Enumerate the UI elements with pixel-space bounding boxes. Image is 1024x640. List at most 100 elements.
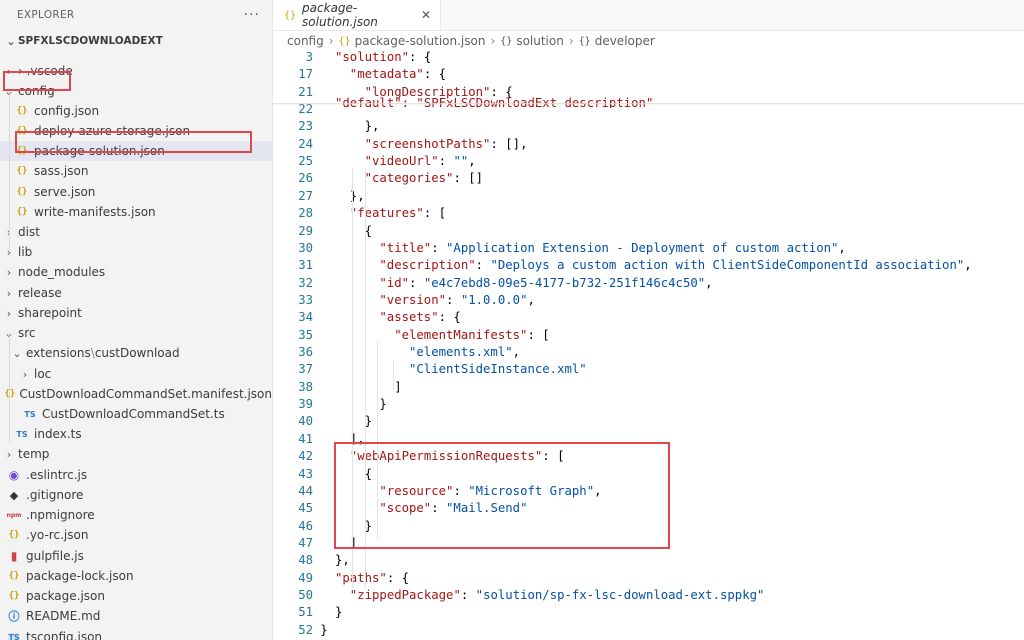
tree-item-gitignore[interactable]: ◆ .gitignore	[0, 485, 272, 505]
tree-item-eslintrc-js[interactable]: ◉ .eslintrc.js	[0, 465, 272, 485]
tree-item-custdownloadcommandset-manifest-json[interactable]: {}CustDownloadCommandSet.manifest.json	[0, 384, 272, 404]
tree-item-gulpfile-js[interactable]: ▮ gulpfile.js	[0, 546, 272, 566]
code-line: },	[364, 119, 380, 133]
tree-item-release[interactable]: › release	[0, 283, 272, 303]
code-line: }	[335, 605, 343, 619]
json-key: "title"	[379, 241, 432, 255]
tree-item-label: tsconfig.json	[26, 630, 103, 640]
tree-indent-guide	[9, 91, 10, 249]
close-icon[interactable]: ✕	[421, 8, 431, 22]
chevron-right-icon: ›	[328, 34, 334, 48]
line-number: 36	[298, 345, 313, 359]
tree-item-label: write-manifests.json	[34, 205, 156, 219]
tree-item-sharepoint[interactable]: › sharepoint	[0, 303, 272, 323]
more-actions-icon[interactable]: ···	[244, 7, 260, 23]
code-line: "metadata": {	[349, 67, 447, 81]
tree-item-label: .eslintrc.js	[26, 468, 88, 482]
json-file-icon: {}	[8, 571, 20, 581]
line-number: 52	[298, 623, 313, 637]
json-file-icon: {}	[16, 187, 28, 197]
line-number: 43	[298, 467, 313, 481]
tree-item-node-modules[interactable]: › node_modules	[0, 262, 272, 282]
gulp-icon: ▮	[10, 549, 18, 563]
breadcrumb-item[interactable]: developer	[595, 34, 655, 48]
line-number: 40	[298, 414, 313, 428]
json-string: "ClientSideInstance.xml"	[409, 362, 587, 376]
typescript-file-icon: TS	[24, 409, 36, 419]
tree-item-custdownloadcommandset-ts[interactable]: TS CustDownloadCommandSet.ts	[0, 404, 272, 424]
tree-item-index-ts[interactable]: TS index.ts	[0, 424, 272, 444]
json-file-icon: {}	[8, 530, 20, 540]
json-string: "e4c7ebd8-09e5-4177-b732-251f146c4c50"	[423, 276, 706, 290]
explorer-sidebar: EXPLORER ··· ⌄ SPFXLSCDOWNLOADEXT › › .vs…	[0, 0, 273, 640]
tree-item-label: serve.json	[34, 185, 96, 199]
chevron-right-icon: ›	[22, 367, 28, 381]
breadcrumb-item[interactable]: config	[287, 34, 324, 48]
explorer-header: EXPLORER ···	[0, 0, 272, 30]
json-string: "Deploys a custom action with ClientSide…	[490, 258, 965, 272]
line-number: 30	[298, 241, 313, 255]
line-number: 39	[298, 397, 313, 411]
tab-package-solution[interactable]: {} package-solution.json ✕	[273, 0, 441, 30]
json-key: "metadata"	[349, 67, 424, 81]
tree-item-label: src	[18, 326, 36, 340]
json-file-icon: {}	[338, 35, 351, 47]
chevron-down-icon: ⌄	[12, 346, 22, 360]
tree-item-package-json[interactable]: {} package.json	[0, 586, 272, 606]
tree-item-src[interactable]: ⌄src	[0, 323, 272, 343]
code-line: "videoUrl": "",	[364, 154, 476, 168]
line-number: 27	[298, 189, 313, 203]
tree-item-label: lib	[18, 245, 33, 259]
indent-guide	[393, 360, 394, 390]
line-number: 31	[298, 258, 313, 272]
tree-item-label: CustDownloadCommandSet.manifest.json	[19, 387, 272, 401]
chevron-down-icon: ⌄	[6, 34, 16, 48]
git-icon: ◆	[9, 488, 19, 502]
chevron-right-icon: ›	[6, 265, 12, 279]
breadcrumb-item[interactable]: package-solution.json	[355, 34, 486, 48]
json-key: "elementManifests"	[394, 328, 528, 342]
line-number: 45	[298, 501, 313, 515]
code-line: "id": "e4c7ebd8-09e5-4177-b732-251f146c4…	[379, 276, 713, 290]
json-key: "assets"	[379, 310, 439, 324]
line-number: 48	[298, 553, 313, 567]
object-icon: {}	[578, 35, 591, 47]
scrolled-code-line: "default": "SPFxLSCDownloadExt descripti…	[335, 96, 654, 108]
tree-item-tsconfig-json[interactable]: TS tsconfig.json	[0, 627, 272, 640]
tree-item-write-manifests-json[interactable]: {} write-manifests.json	[0, 202, 272, 222]
json-file-icon: {}	[8, 591, 20, 601]
tree-item-label: sharepoint	[18, 306, 82, 320]
line-number: 49	[298, 571, 313, 585]
tree-item-npmignore[interactable]: npm .npmignore	[0, 505, 272, 525]
chevron-right-icon: ›	[6, 447, 12, 461]
line-number: 41	[298, 432, 313, 446]
tab-label: package-solution.json	[302, 1, 378, 29]
json-key: "solution"	[335, 50, 410, 64]
tree-item-readme-md[interactable]: ⓘ README.md	[0, 606, 272, 626]
tree-item-label: gulpfile.js	[26, 549, 84, 563]
line-number: 33	[298, 293, 313, 307]
code-line: "categories": []	[364, 171, 484, 185]
tree-item-serve-json[interactable]: {} serve.json	[0, 182, 272, 202]
line-number: 37	[298, 362, 313, 376]
breadcrumb-item[interactable]: solution	[516, 34, 564, 48]
code-line: ]	[394, 380, 402, 394]
tree-item-temp[interactable]: › temp	[0, 444, 272, 464]
json-key: "zippedPackage"	[349, 588, 461, 602]
json-key: "version"	[379, 293, 447, 307]
tree-item-package-lock-json[interactable]: {} package-lock.json	[0, 566, 272, 586]
tree-item-label: package-lock.json	[26, 569, 134, 583]
code-editor[interactable]: 3 "solution": {17 "metadata": {21 "longDesc…	[273, 50, 1024, 640]
workspace-section-header[interactable]: ⌄ SPFXLSCDOWNLOADEXT	[0, 31, 272, 51]
tree-item-dist[interactable]: ›dist	[0, 222, 272, 242]
tree-item-lib[interactable]: › lib	[0, 242, 272, 262]
tree-item-sass-json[interactable]: {} sass.json	[0, 161, 272, 181]
tree-item-extensions-custdownload[interactable]: ⌄ extensions \ custDownload	[0, 343, 272, 363]
code-line: "screenshotPaths": [],	[364, 137, 528, 151]
tsconfig-icon: TS	[8, 632, 20, 640]
tree-item-label: config.json	[34, 104, 100, 118]
tree-item-yo-rc-json[interactable]: {} .yo-rc.json	[0, 525, 272, 545]
tree-item-config-json[interactable]: {} config.json	[0, 101, 272, 121]
line-number: 35	[298, 328, 313, 342]
tree-item-loc[interactable]: › loc	[0, 364, 272, 384]
